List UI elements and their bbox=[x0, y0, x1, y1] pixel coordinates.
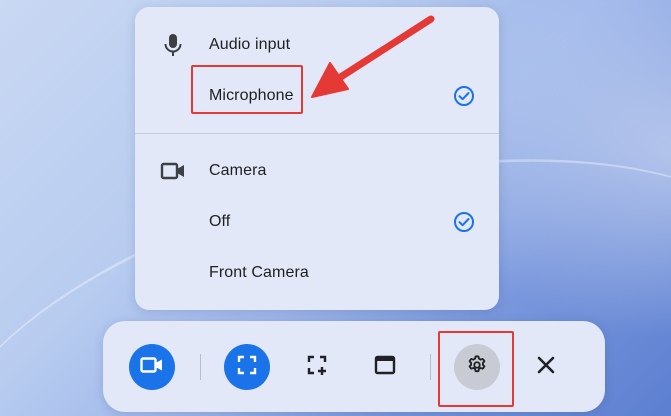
video-record-button[interactable] bbox=[129, 344, 175, 390]
screen-capture-toolbar bbox=[103, 321, 605, 412]
check-circle-icon bbox=[453, 85, 475, 107]
toolbar-separator bbox=[430, 354, 431, 380]
camera-icon bbox=[159, 157, 187, 185]
capture-fullscreen-button[interactable] bbox=[224, 344, 270, 390]
close-button[interactable] bbox=[523, 344, 569, 390]
menu-divider bbox=[135, 133, 499, 134]
capture-window-button[interactable] bbox=[362, 344, 408, 390]
partial-capture-icon bbox=[306, 354, 328, 381]
video-camera-icon bbox=[140, 356, 164, 379]
desktop-wallpaper: Audio input Microphone Camera Off Front … bbox=[0, 0, 671, 416]
camera-heading: Camera bbox=[209, 162, 267, 179]
audio-input-heading: Audio input bbox=[209, 36, 291, 53]
camera-off-option-label: Off bbox=[209, 213, 231, 230]
microphone-highlight-box bbox=[191, 65, 303, 114]
fullscreen-capture-icon bbox=[237, 355, 257, 380]
close-icon bbox=[537, 356, 555, 379]
camera-heading-row: Camera bbox=[135, 149, 499, 193]
microphone-icon bbox=[159, 31, 187, 59]
toolbar-separator bbox=[200, 354, 201, 380]
capture-partial-button[interactable] bbox=[294, 344, 340, 390]
audio-input-heading-row: Audio input bbox=[135, 23, 499, 67]
front-camera-option-label: Front Camera bbox=[209, 264, 309, 281]
menu-option-microphone[interactable]: Microphone bbox=[135, 74, 499, 118]
menu-option-front-camera[interactable]: Front Camera bbox=[135, 251, 499, 295]
window-capture-icon bbox=[374, 355, 396, 380]
settings-highlight-box bbox=[438, 331, 514, 407]
check-circle-icon bbox=[453, 211, 475, 233]
menu-option-camera-off[interactable]: Off bbox=[135, 200, 499, 244]
screen-capture-settings-menu: Audio input Microphone Camera Off Front … bbox=[135, 7, 499, 310]
